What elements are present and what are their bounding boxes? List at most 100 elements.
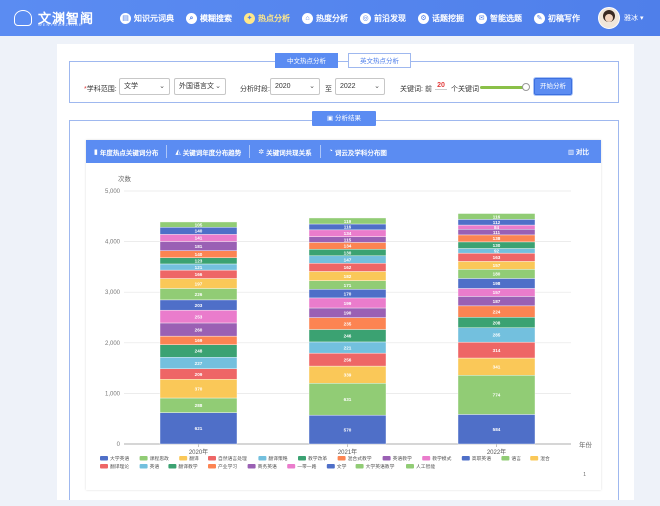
bar-data-label: 134 (344, 244, 352, 249)
slider-handle[interactable] (522, 83, 530, 91)
legend-swatch[interactable] (100, 464, 108, 469)
clipboard-icon: ▣ (327, 115, 335, 122)
year-to-select[interactable]: 2022 ⌄ (335, 78, 385, 95)
legend-swatch[interactable] (530, 456, 539, 461)
legend-swatch[interactable] (208, 464, 216, 469)
nav-item-fuzzy-search[interactable]: ⌕ 模糊搜索 (186, 10, 232, 26)
legend-item[interactable]: 一带一路 (297, 463, 316, 470)
bar-data-label: 121 (195, 265, 203, 270)
legend-swatch[interactable] (461, 456, 470, 461)
legend-item[interactable]: 英语教学 (393, 455, 412, 462)
legend-swatch[interactable] (139, 456, 148, 461)
legend-swatch[interactable] (298, 456, 306, 461)
legend-item[interactable]: 产业学习 (218, 463, 237, 470)
legend-item[interactable]: 课程思政 (150, 455, 169, 462)
nav-item-heat-analysis[interactable]: ⌂ 热度分析 (302, 10, 348, 26)
chevron-down-icon: ⌄ (374, 83, 380, 90)
bar-data-label: 157 (493, 290, 501, 295)
x-axis-label: 年份 (579, 440, 593, 449)
legend-item[interactable]: 语言 (511, 455, 521, 462)
bar-data-label: 163 (493, 255, 501, 260)
tab-keyword-cooccurrence[interactable]: ✲ 关键词共现关系 (250, 145, 321, 158)
legend-item[interactable]: 高职英语 (472, 455, 491, 462)
legend-item[interactable]: 自然语言处理 (218, 455, 247, 462)
keyword-label: 关键词: (400, 86, 423, 93)
nav-item-dictionary[interactable]: ▤ 知识元词典 (120, 10, 174, 26)
contrast-button[interactable]: ▥ 对比 (568, 146, 589, 156)
legend-item[interactable]: 翻译策略 (268, 455, 287, 462)
legend-swatch[interactable] (168, 464, 177, 469)
tab-wordcloud[interactable]: ◔ 词云及学科分布图 (321, 145, 395, 158)
legend-swatch[interactable] (355, 464, 364, 469)
user-menu[interactable]: 雅冰 ▾ (598, 7, 643, 29)
avatar[interactable] (598, 7, 620, 29)
tab-english-hotspot[interactable]: 英文热点分析 (348, 53, 411, 68)
legend-swatch[interactable] (179, 456, 188, 461)
bar-data-label: 226 (195, 292, 203, 297)
legend-item[interactable]: 文学 (337, 463, 347, 470)
user-name[interactable]: 雅冰 ▾ (624, 13, 643, 23)
legend-item[interactable]: 英语 (150, 463, 160, 470)
chart-tabs: ▮ 年度热点关键词分布 ◭ 关键词年度分布趋势 ✲ 关键词共现关系 ◔ 词云及学科分布图… (86, 140, 601, 163)
start-analysis-button[interactable]: 开始分析 (534, 78, 572, 95)
tab-chinese-hotspot[interactable]: 中文热点分析 (275, 53, 338, 68)
legend-item[interactable]: 混合 (540, 455, 550, 462)
legend-swatch[interactable] (258, 456, 267, 461)
subject-select[interactable]: 文学 ⌄ (119, 78, 170, 95)
footer (57, 500, 634, 506)
legend-swatch[interactable] (326, 464, 335, 469)
x-tick-label: 2022年 (487, 448, 506, 456)
tab-annual-keyword-distribution[interactable]: ▮ 年度热点关键词分布 (86, 145, 168, 158)
legend-swatch[interactable] (501, 456, 510, 461)
legend-swatch[interactable] (337, 456, 346, 461)
nav-item-smart-topic[interactable]: ✉ 智能选题 (476, 10, 522, 26)
legend-swatch[interactable] (287, 464, 296, 469)
legend-item[interactable]: 翻译 (189, 455, 199, 462)
bar-data-label: 112 (493, 220, 501, 225)
bar-data-label: 203 (195, 303, 203, 308)
legend-item[interactable]: 大学英语 (110, 455, 129, 462)
bar-data-label: 227 (195, 361, 203, 366)
bar-icon: ▮ (94, 148, 98, 156)
bar-data-label: 140 (195, 252, 203, 257)
y-tick-label: 5,000 (105, 189, 121, 195)
contrast-icon: ▥ (568, 149, 575, 156)
legend-swatch[interactable] (100, 456, 108, 461)
keyword-count-input[interactable]: 20 (435, 82, 447, 90)
brand-logo[interactable]: 文渊智阁 WENYUANZHIGE (14, 7, 94, 29)
nav-item-frontier[interactable]: ◎ 前沿发现 (360, 10, 406, 26)
legend-swatch[interactable] (406, 464, 414, 469)
legend-swatch[interactable] (139, 464, 148, 469)
legend-swatch[interactable] (208, 456, 216, 461)
y-tick-label: 2,000 (105, 341, 121, 347)
tab-keyword-trend[interactable]: ◭ 关键词年度分布趋势 (167, 145, 251, 158)
legend-item[interactable]: 大学英语教学 (366, 463, 395, 470)
bar-data-label: 256 (344, 357, 352, 362)
bar-data-label: 130 (493, 243, 501, 248)
compass-icon: ◎ (360, 12, 371, 24)
nav-item-hotspot-analysis[interactable]: ✦ 热点分析 (244, 10, 290, 26)
bar-data-label: 208 (493, 320, 501, 325)
year-from-select[interactable]: 2020 ⌄ (270, 78, 320, 95)
legend-item[interactable]: 教学改革 (308, 455, 327, 462)
bar-data-label: 116 (344, 225, 352, 230)
keyword-count-slider[interactable] (480, 86, 526, 89)
legend-item[interactable]: 商务英语 (258, 463, 277, 470)
logo-icon (14, 10, 32, 26)
subject-sub-select[interactable]: 外国语言文 ⌄ (174, 78, 226, 95)
legend-swatch[interactable] (247, 464, 256, 469)
keyword-prefix: 前 (425, 86, 432, 93)
bar-data-label: 111 (493, 230, 501, 235)
legend-page-indicator[interactable]: 1 (583, 472, 586, 478)
legend-swatch[interactable] (382, 456, 391, 461)
legend-item[interactable]: 混合式教学 (348, 455, 372, 462)
nav-item-topic-mining[interactable]: ⚙ 话题挖掘 (418, 10, 464, 26)
legend-item[interactable]: 翻译教学 (178, 463, 197, 470)
legend-item[interactable]: 人工智能 (416, 463, 435, 470)
bar-data-label: 190 (344, 311, 352, 316)
legend-item[interactable]: 教学模式 (432, 455, 451, 462)
legend-swatch[interactable] (422, 456, 431, 461)
nav-item-draft-writing[interactable]: ✎ 初稿写作 (534, 10, 580, 26)
bar-data-label: 116 (493, 214, 501, 219)
legend-item[interactable]: 翻译理论 (110, 463, 129, 470)
